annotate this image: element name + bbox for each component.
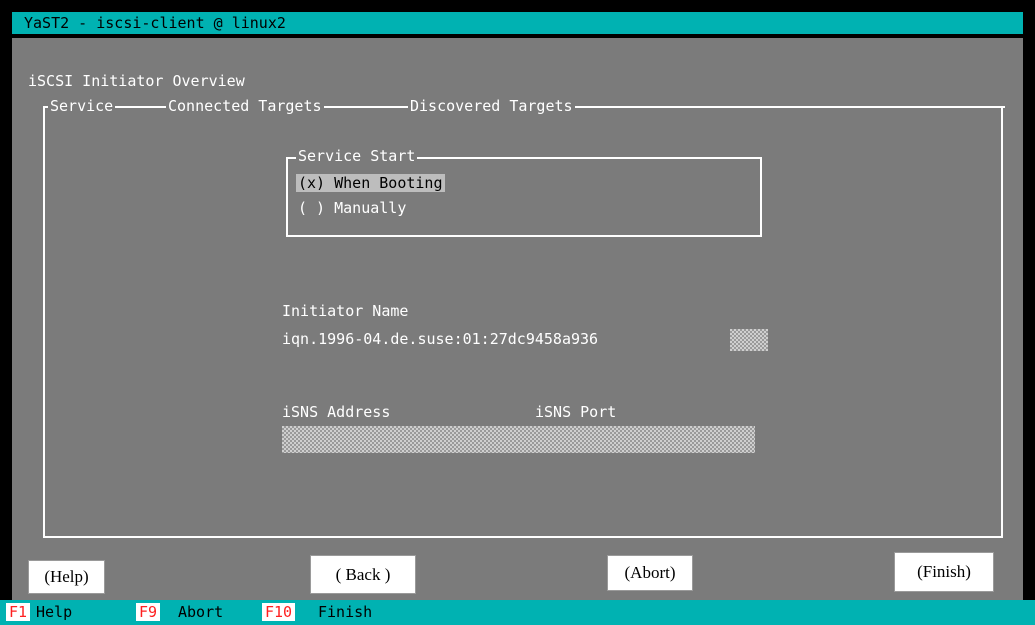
- yast-terminal-window: YaST2 - iscsi-client @ linux2 iSCSI Init…: [0, 0, 1035, 625]
- finish-button[interactable]: (Finish): [894, 552, 994, 592]
- fkey-f9-label: Abort: [178, 603, 224, 621]
- isns-address-input[interactable]: [282, 426, 755, 453]
- abort-button[interactable]: (Abort): [607, 555, 693, 591]
- tab-discovered-targets[interactable]: Discovered Targets: [408, 97, 575, 115]
- fkey-f1[interactable]: F1: [6, 603, 31, 621]
- tab-connected-targets[interactable]: Connected Targets: [166, 97, 324, 115]
- tab-service[interactable]: Service: [48, 97, 116, 115]
- radio-manually[interactable]: ( ) Manually: [296, 199, 408, 217]
- initiator-name-field-padding[interactable]: [730, 329, 768, 351]
- isns-address-label: iSNS Address: [282, 403, 391, 421]
- radio-when-booting[interactable]: (x) When Booting: [296, 174, 445, 192]
- title-bar: YaST2 - iscsi-client @ linux2: [0, 0, 1035, 38]
- right-border: [1023, 0, 1035, 625]
- isns-port-label: iSNS Port: [535, 403, 617, 421]
- function-key-bar: F1 Help F9 Abort F10 Finish: [0, 600, 1035, 625]
- fkey-f9[interactable]: F9: [136, 603, 161, 621]
- service-start-frame: [286, 157, 762, 237]
- fkey-f10[interactable]: F10: [262, 603, 296, 621]
- initiator-name-field[interactable]: iqn.1996-04.de.suse:01:27dc9458a936: [282, 330, 598, 348]
- initiator-name-label: Initiator Name: [282, 302, 409, 320]
- fkey-f1-label: Help: [36, 603, 73, 621]
- window-title: YaST2 - iscsi-client @ linux2: [24, 14, 286, 32]
- title-bar-inner: YaST2 - iscsi-client @ linux2: [12, 12, 1023, 34]
- left-border: [0, 0, 12, 625]
- fkey-f10-label: Finish: [318, 603, 373, 621]
- service-start-title: Service Start: [296, 147, 418, 165]
- help-button[interactable]: (Help): [28, 560, 105, 594]
- dialog-heading: iSCSI Initiator Overview: [28, 72, 245, 90]
- back-button[interactable]: ( Back ): [310, 555, 416, 594]
